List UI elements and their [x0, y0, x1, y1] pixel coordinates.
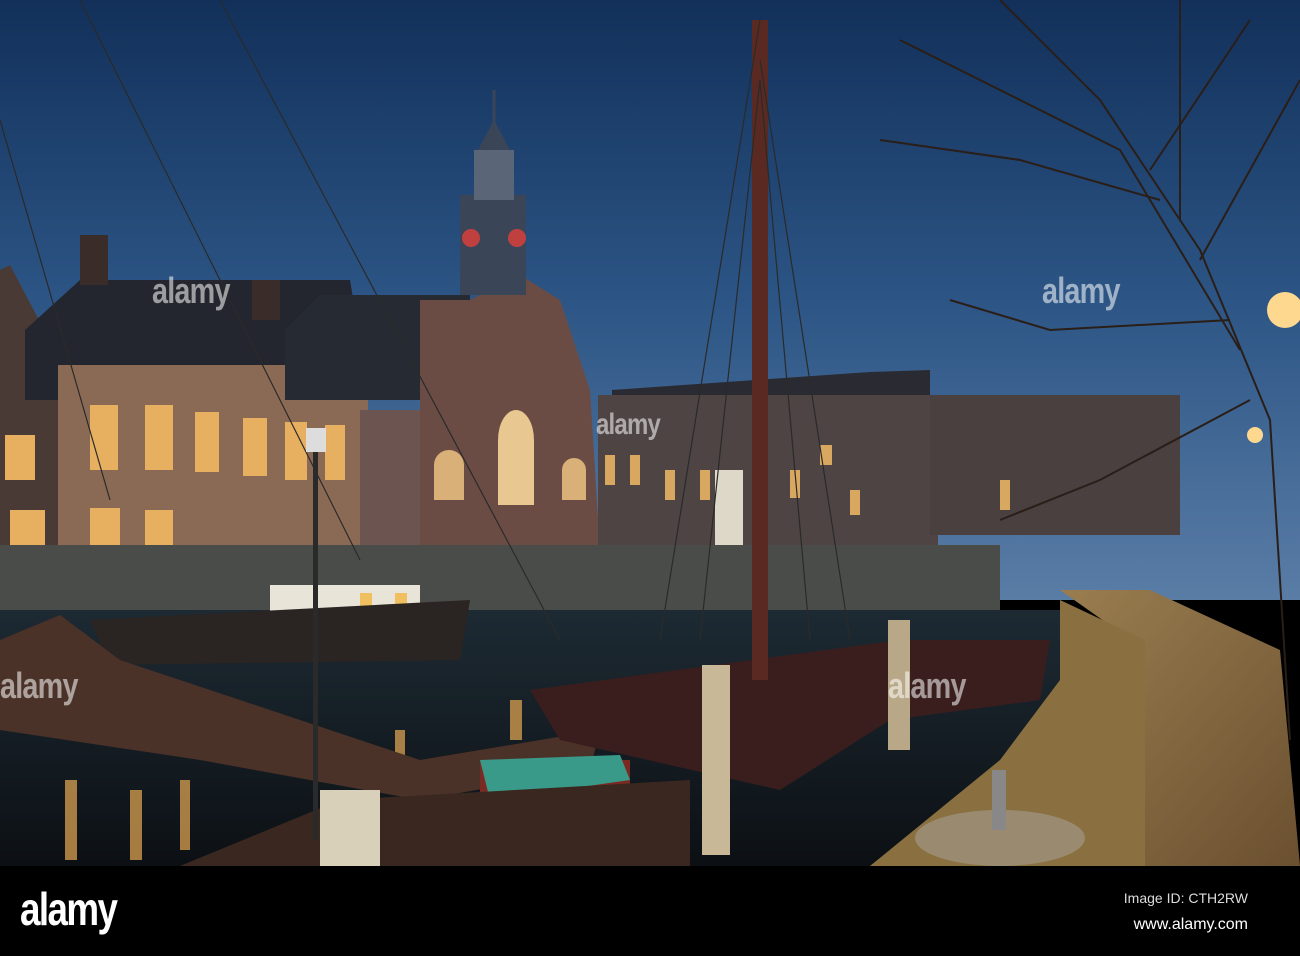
lamp-post	[313, 440, 318, 840]
watermark: alamy	[888, 665, 966, 706]
quay-wall	[0, 545, 1000, 620]
footer-bar: alamy Image ID: CTH2RW www.alamy.com	[0, 866, 1300, 956]
watermark: alamy	[596, 408, 661, 441]
bollard	[702, 665, 730, 855]
watermark: alamy	[0, 665, 78, 706]
bollard	[320, 790, 380, 866]
site-url: www.alamy.com	[1133, 916, 1248, 933]
alamy-logo: alamy	[20, 883, 118, 935]
watermark: alamy	[152, 270, 230, 311]
image-id: Image ID: CTH2RW	[1123, 890, 1248, 906]
buildings-right	[598, 370, 1180, 545]
watermark: alamy	[1042, 270, 1120, 311]
stock-photo: alamy alamy alamy alamy alamy alamy Imag…	[0, 0, 1300, 956]
